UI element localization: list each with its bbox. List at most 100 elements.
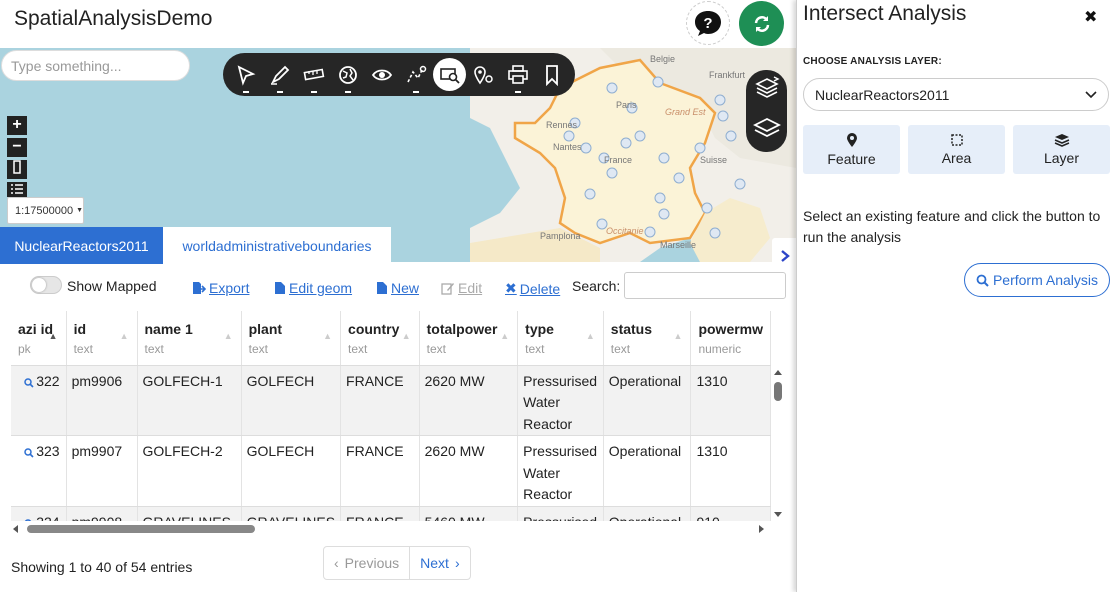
column-header[interactable]: id text ▲ [66,311,138,366]
tab-worldadministrativeboundaries[interactable]: worldadministrativeboundaries [163,227,391,264]
cell: FRANCE [340,506,420,521]
export-icon [193,282,206,294]
swap-layers-button[interactable] [754,75,780,106]
tab-nuclearreactors2011[interactable]: NuclearReactors2011 [0,227,163,264]
close-icon[interactable]: ✖ [1084,7,1097,27]
column-header[interactable]: name 1 text ▲ [137,311,242,366]
cell: Operational [603,506,692,521]
cell: 322 [36,372,60,389]
cell: Operational [603,365,692,436]
cell: pm9908 [66,506,138,521]
column-header[interactable]: totalpower text ▲ [419,311,519,366]
show-mapped-toggle[interactable] [30,276,62,294]
edit-geom-label: Edit geom [289,280,353,296]
zoom-to-feature-icon[interactable] [24,448,34,458]
column-header[interactable]: country text ▲ [340,311,420,366]
panel-title: Intersect Analysis [803,2,967,25]
bookmark-tool[interactable] [535,58,568,91]
map-label-marseille: Marseille [660,240,696,250]
table-search-label: Search: [572,278,621,294]
analysis-layer-select[interactable]: NuclearReactors2011 [803,78,1109,111]
map-marker-icon [846,132,857,147]
measure-tool[interactable] [297,58,330,93]
fullscreen-button[interactable] [7,160,27,179]
previous-button[interactable]: ‹ Previous [324,547,411,579]
feature-mode-button[interactable]: Feature [803,125,900,174]
print-tool[interactable] [501,58,534,93]
table-info: Showing 1 to 40 of 54 entries [11,559,193,575]
new-label: New [391,280,420,296]
refresh-button[interactable] [739,1,784,46]
new-file-icon [377,282,387,294]
app-title: SpatialAnalysisDemo [14,7,213,30]
draw-tool[interactable] [263,58,296,93]
refresh-icon [754,15,769,32]
map-label-belgie: Belgie [650,54,675,64]
help-button[interactable]: ? [686,1,730,45]
zoom-to-feature-icon[interactable] [24,377,34,388]
column-header[interactable]: plant text ▲ [241,311,342,366]
new-button[interactable]: New [376,280,419,296]
next-label: Next [420,555,449,571]
delete-button[interactable]: ✖ Delete [505,280,560,297]
area-icon [950,134,963,146]
column-header[interactable]: powermw numeric [690,311,771,366]
cell: 5460 MW [419,506,519,521]
map-label-pamplona: Pamplona [540,231,581,241]
cell: GOLFECH [241,365,342,436]
zoom-out-button[interactable]: − [7,138,27,157]
column-header[interactable]: azi id pk ▲ [11,311,67,366]
show-mapped-label: Show Mapped [67,278,157,294]
export-button[interactable]: Export [192,280,249,296]
table-horizontal-scrollbar[interactable] [11,522,771,536]
fullscreen-icon [13,160,21,174]
column-header[interactable]: type text ▲ [517,311,604,366]
table-row[interactable]: 324 pm9908 GRAVELINES- GRAVELINES FRANCE… [11,506,771,521]
table-vertical-scrollbar[interactable] [771,366,785,521]
cell: 324 [36,514,59,522]
layer-stack-icon [1054,134,1069,147]
table-search-input[interactable] [624,272,786,299]
visibility-tool[interactable] [365,58,398,91]
layers-button[interactable] [752,116,781,147]
perform-analysis-button[interactable]: Perform Analysis [964,263,1110,297]
intersect-analysis-panel: Intersect Analysis ✖ CHOOSE ANALYSIS LAY… [796,0,1112,592]
zoom-in-button[interactable]: + [7,116,27,135]
select-tool[interactable] [229,58,262,93]
cell: GOLFECH [241,435,342,507]
chevron-right-icon [780,249,790,262]
map-search-input[interactable] [1,50,190,81]
delete-label: Delete [519,280,561,297]
list-icon [11,184,23,194]
analysis-hint: Select an existing feature and click the… [803,208,1101,245]
cell: FRANCE [340,435,420,507]
search-map-tool[interactable] [433,58,466,91]
selected-layer: NuclearReactors2011 [815,86,950,103]
area-mode-button[interactable]: Area [908,125,1005,174]
cell: GOLFECH-2 [137,435,242,507]
table-row[interactable]: 323 pm9907 GOLFECH-2 GOLFECH FRANCE 2620… [11,435,771,507]
cell: Pressurised Water Reactor [517,435,604,507]
help-icon: ? [695,11,721,36]
column-header[interactable]: status text ▲ [603,311,692,366]
edit-button[interactable]: Edit [441,280,482,296]
collapse-panel-button[interactable] [772,238,797,273]
pins-tool[interactable] [467,58,500,91]
bookmark-icon [545,64,558,86]
edit-geom-button[interactable]: Edit geom [274,280,352,296]
scale-selector[interactable]: 1:17500000 ▼ [7,197,84,224]
map-label-nantes: Nantes [553,142,582,152]
zoom-to-feature-icon[interactable] [24,518,34,522]
eye-icon [371,69,392,80]
file-icon [275,282,285,294]
pins-icon [473,65,493,84]
svg-text:?: ? [703,15,712,32]
cell: Operational [603,435,692,507]
table-row[interactable]: 322 pm9906 GOLFECH-1 GOLFECH FRANCE 2620… [11,365,771,436]
globe-tool[interactable] [331,58,364,93]
legend-button[interactable] [7,182,27,197]
layer-mode-button[interactable]: Layer [1013,125,1110,174]
cell: GRAVELINES- [137,506,242,521]
next-button[interactable]: Next › [410,547,469,579]
route-tool[interactable] [399,58,432,93]
